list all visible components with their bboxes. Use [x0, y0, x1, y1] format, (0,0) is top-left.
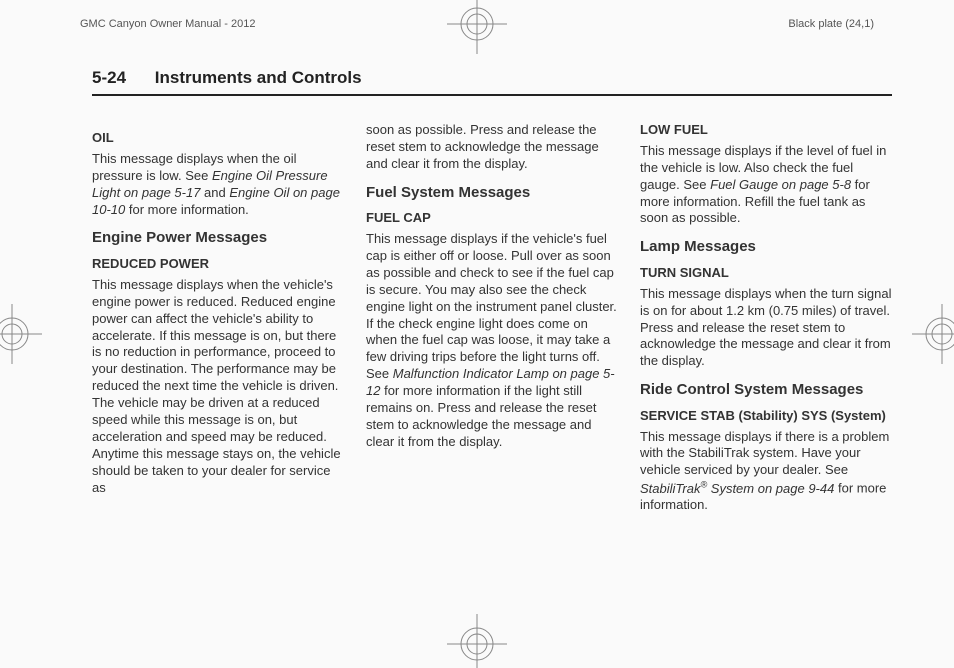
body-columns: OIL This message displays when the oil p…	[92, 122, 892, 638]
low-fuel-heading: LOW FUEL	[640, 122, 892, 139]
section-title: Instruments and Controls	[155, 68, 362, 87]
oil-paragraph: This message displays when the oil press…	[92, 151, 344, 219]
manual-title: GMC Canyon Owner Manual - 2012	[80, 18, 255, 30]
plate-label: Black plate (24,1)	[788, 18, 874, 30]
reduced-power-paragraph-cont: soon as possible. Press and release the …	[366, 122, 618, 173]
oil-heading: OIL	[92, 130, 344, 147]
ref-fuel-gauge: Fuel Gauge on page 5-8	[710, 177, 851, 192]
fuel-system-messages-heading: Fuel System Messages	[366, 183, 618, 203]
fuel-cap-heading: FUEL CAP	[366, 210, 618, 227]
fuel-cap-paragraph: This message displays if the vehicle's f…	[366, 231, 618, 451]
turn-signal-heading: TURN SIGNAL	[640, 265, 892, 282]
ref-stabilitrak-system: StabiliTrak® System on page 9-44	[640, 481, 834, 496]
registration-mark-right	[912, 304, 954, 364]
registration-mark-left	[0, 304, 42, 364]
service-stab-sys-paragraph: This message displays if there is a prob…	[640, 429, 892, 515]
service-stab-sys-heading: SERVICE STAB (Stability) SYS (System)	[640, 408, 892, 425]
page: GMC Canyon Owner Manual - 2012 Black pla…	[0, 0, 954, 668]
page-number: 5-24	[92, 68, 126, 87]
low-fuel-paragraph: This message displays if the level of fu…	[640, 143, 892, 227]
engine-power-messages-heading: Engine Power Messages	[92, 228, 344, 248]
header-rule	[92, 94, 892, 96]
reduced-power-paragraph: This message displays when the vehicle's…	[92, 277, 344, 497]
lamp-messages-heading: Lamp Messages	[640, 237, 892, 257]
running-head: 5-24 Instruments and Controls	[92, 68, 362, 88]
turn-signal-paragraph: This message displays when the turn sign…	[640, 286, 892, 370]
registration-mark-top	[447, 0, 507, 54]
reduced-power-heading: REDUCED POWER	[92, 256, 344, 273]
ride-control-system-messages-heading: Ride Control System Messages	[640, 380, 892, 400]
